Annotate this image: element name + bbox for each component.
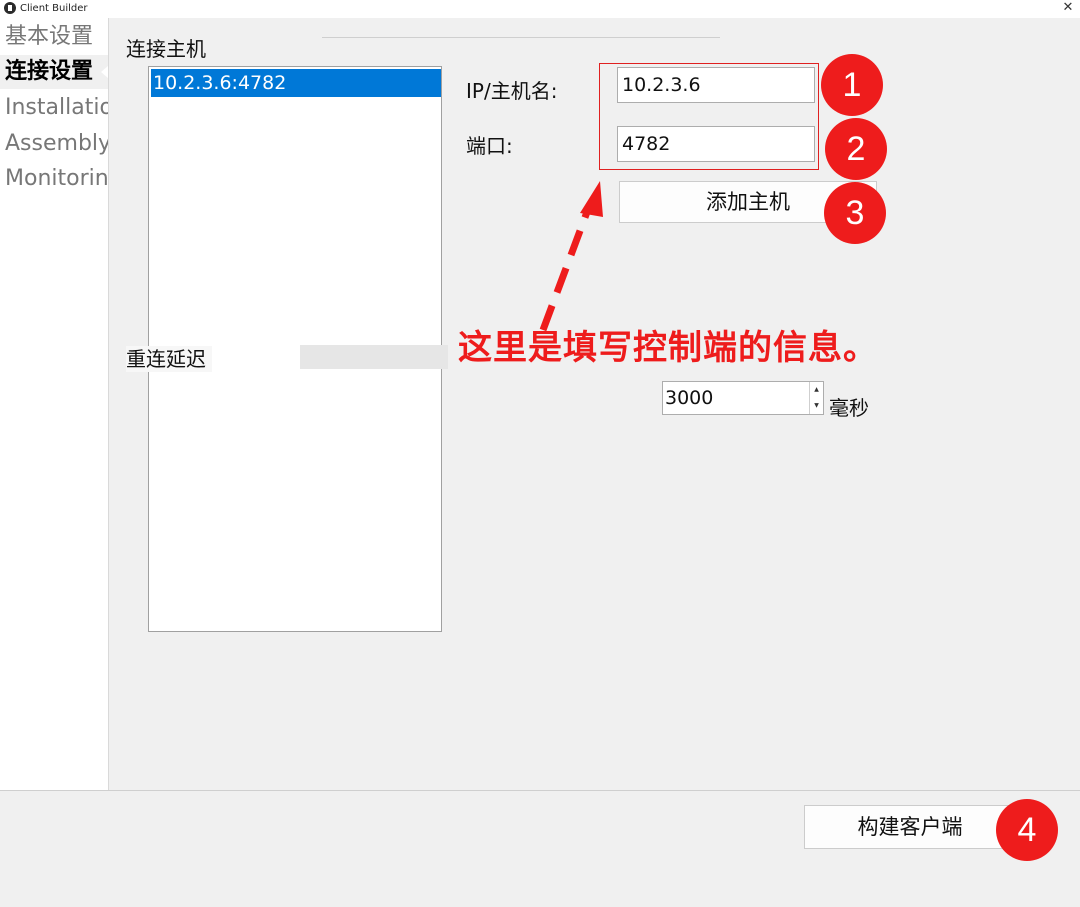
- spin-arrows: ▲ ▼: [809, 382, 823, 414]
- delay-value[interactable]: 3000: [665, 382, 713, 414]
- sidebar-item-monitoring[interactable]: Monitorin: [0, 162, 108, 196]
- sidebar-item-assembly[interactable]: Assembly: [0, 127, 108, 161]
- ip-label: IP/主机名:: [466, 79, 558, 103]
- annotation-note: 这里是填写控制端的信息。: [458, 328, 878, 368]
- spin-up-icon[interactable]: ▲: [810, 382, 823, 398]
- spin-down-icon[interactable]: ▼: [810, 398, 823, 414]
- active-pointer-icon: [101, 66, 108, 78]
- reconnect-delay-label: 重连延迟: [126, 346, 212, 372]
- sidebar-item-label: 连接设置: [5, 59, 94, 84]
- footer-divider: [0, 790, 1080, 791]
- app-shield-icon: [4, 2, 16, 14]
- step-badge-3: 3: [824, 182, 886, 244]
- step-badge-4: 4: [996, 799, 1058, 861]
- delay-spinbox[interactable]: 3000 ▲ ▼: [662, 381, 824, 415]
- sidebar-item-basic-settings[interactable]: 基本设置: [0, 20, 108, 54]
- highlight-box: [599, 63, 819, 170]
- title-bar: Client Builder ✕: [0, 0, 1080, 18]
- sidebar-item-connection-settings[interactable]: 连接设置: [0, 55, 108, 89]
- delay-divider: [300, 345, 448, 369]
- window-title: Client Builder: [20, 3, 88, 14]
- host-list-item[interactable]: 10.2.3.6:4782: [151, 69, 441, 97]
- sidebar: 基本设置 连接设置 Installatio Assembly Monitorin: [0, 18, 109, 790]
- sidebar-item-installation[interactable]: Installatio: [0, 91, 108, 125]
- step-badge-2: 2: [825, 118, 887, 180]
- port-label: 端口:: [466, 134, 513, 158]
- step-badge-1: 1: [821, 54, 883, 116]
- section-divider: [322, 37, 720, 38]
- close-icon[interactable]: ✕: [1060, 0, 1076, 16]
- section-title: 连接主机: [126, 37, 206, 61]
- client-builder-window: Client Builder ✕ 基本设置 连接设置 Installatio A…: [0, 0, 1080, 907]
- delay-unit-label: 毫秒: [829, 396, 869, 420]
